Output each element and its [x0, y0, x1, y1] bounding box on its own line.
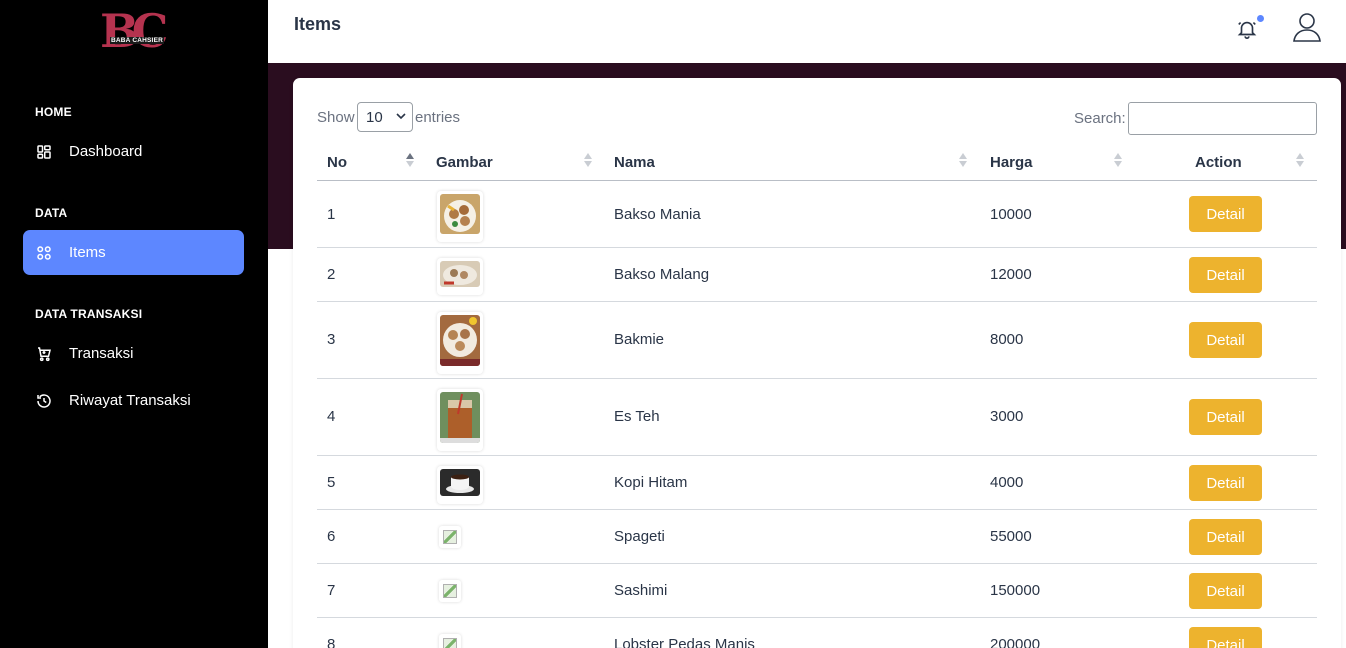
history-icon: [35, 392, 53, 410]
detail-button[interactable]: Detail: [1189, 627, 1262, 648]
cell-no: 7: [327, 582, 336, 599]
page-title: Items: [294, 14, 342, 34]
cell-harga: 4000: [990, 474, 1024, 491]
sort-icon[interactable]: [406, 153, 414, 169]
detail-button[interactable]: Detail: [1189, 465, 1262, 501]
table-row: 8 Lobster Pedas Manis 200000 Detail: [317, 618, 1317, 648]
cell-harga: 3000: [990, 408, 1024, 425]
sort-icon[interactable]: [584, 153, 592, 169]
chevron-down-icon: [396, 113, 406, 120]
table-row: 6 Spageti 55000 Detail: [317, 510, 1317, 564]
broken-image-icon: [439, 580, 461, 602]
shopping-cart-icon: [35, 345, 53, 363]
items-table: No Gambar Nama Harga Action 1 Bakso Mani…: [317, 144, 1317, 648]
cell-harga: 10000: [990, 206, 1032, 223]
table-header: No Gambar Nama Harga Action: [317, 144, 1317, 181]
sidebar-item-label: Transaksi: [69, 345, 134, 362]
cell-nama: Bakmie: [614, 331, 665, 348]
search-label: Search:: [1074, 110, 1126, 127]
cell-nama: Kopi Hitam: [614, 474, 688, 491]
bakso-bowl-image: [440, 194, 480, 234]
sidebar-item-label: Items: [69, 244, 106, 261]
column-header-gambar[interactable]: Gambar: [436, 154, 493, 171]
nav-section-data-transaksi: DATA TRANSAKSI: [35, 307, 143, 321]
sidebar-item-label: Dashboard: [69, 143, 143, 160]
nav-section-data: DATA: [35, 206, 68, 220]
cell-no: 8: [327, 636, 336, 648]
bakmie-bowl-image: [440, 315, 480, 366]
sidebar-item-riwayat-transaksi[interactable]: Riwayat Transaksi: [23, 378, 244, 423]
table-row: 2 Bakso Malang 12000 Detail: [317, 248, 1317, 302]
layout-dashboard-icon: [35, 143, 53, 161]
cell-nama: Es Teh: [614, 408, 660, 425]
table-row: 5 Kopi Hitam 4000 Detail: [317, 456, 1317, 510]
cell-no: 3: [327, 331, 336, 348]
table-row: 1 Bakso Mania 10000 Detail: [317, 181, 1317, 248]
table-row: 7 Sashimi 150000 Detail: [317, 564, 1317, 618]
bakso-malang-image: [440, 261, 480, 287]
cell-no: 4: [327, 408, 336, 425]
cell-nama: Sashimi: [614, 582, 668, 599]
search-input[interactable]: [1128, 102, 1317, 135]
item-thumbnail: [437, 389, 483, 451]
broken-image-icon: [439, 634, 461, 648]
iced-tea-glass-image: [440, 392, 480, 443]
nav-section-home: HOME: [35, 105, 72, 119]
top-header: Items: [268, 0, 1346, 63]
apps-icon: [35, 244, 53, 262]
cell-harga: 12000: [990, 266, 1032, 283]
cell-harga: 55000: [990, 528, 1032, 545]
cell-no: 6: [327, 528, 336, 545]
logo-letters: BC: [100, 4, 168, 58]
cell-harga: 150000: [990, 582, 1041, 599]
table-row: 4 Es Teh 3000 Detail: [317, 379, 1317, 456]
column-header-action[interactable]: Action: [1195, 154, 1242, 171]
sort-icon[interactable]: [1114, 153, 1122, 169]
detail-button[interactable]: Detail: [1189, 399, 1262, 435]
user-icon[interactable]: [1292, 11, 1322, 43]
brand-logo[interactable]: BC BABA CAHSIER: [100, 6, 168, 56]
item-thumbnail: [437, 312, 483, 374]
logo-tagline: BABA CAHSIER: [110, 37, 164, 44]
detail-button[interactable]: Detail: [1189, 322, 1262, 358]
cell-nama: Lobster Pedas Manis: [614, 636, 755, 648]
notification-dot: [1257, 15, 1264, 22]
item-thumbnail: [437, 258, 483, 295]
cell-nama: Spageti: [614, 528, 665, 545]
cell-nama: Bakso Malang: [614, 266, 710, 283]
cell-no: 5: [327, 474, 336, 491]
column-header-nama[interactable]: Nama: [614, 154, 655, 171]
page-size-select[interactable]: 10: [357, 102, 413, 132]
column-header-no[interactable]: No: [327, 154, 347, 171]
cell-harga: 8000: [990, 331, 1024, 348]
items-card: Show 10 entries Search: No Gambar Nama H…: [293, 78, 1341, 648]
detail-button[interactable]: Detail: [1189, 519, 1262, 555]
sidebar-item-transaksi[interactable]: Transaksi: [23, 331, 244, 376]
coffee-cup-image: [440, 469, 480, 496]
sidebar-item-dashboard[interactable]: Dashboard: [23, 129, 244, 174]
sidebar-item-items[interactable]: Items: [23, 230, 244, 275]
detail-button[interactable]: Detail: [1189, 196, 1262, 232]
show-label: Show: [317, 109, 355, 126]
cell-harga: 200000: [990, 636, 1041, 648]
cell-nama: Bakso Mania: [614, 206, 701, 223]
sidebar: BC BABA CAHSIER HOME Dashboard DATA Item…: [0, 0, 268, 648]
entries-label: entries: [415, 109, 461, 126]
bell-icon[interactable]: [1236, 18, 1258, 40]
sidebar-item-label: Riwayat Transaksi: [69, 392, 191, 409]
sort-icon[interactable]: [959, 153, 967, 169]
broken-image-icon: [439, 526, 461, 548]
detail-button[interactable]: Detail: [1189, 573, 1262, 609]
column-header-harga[interactable]: Harga: [990, 154, 1033, 171]
item-thumbnail: [437, 466, 483, 504]
item-thumbnail: [437, 191, 483, 242]
page-size-value: 10: [366, 108, 383, 126]
table-row: 3 Bakmie 8000 Detail: [317, 302, 1317, 379]
cell-no: 2: [327, 266, 336, 283]
cell-no: 1: [327, 206, 336, 223]
sort-icon[interactable]: [1296, 153, 1304, 169]
detail-button[interactable]: Detail: [1189, 257, 1262, 293]
